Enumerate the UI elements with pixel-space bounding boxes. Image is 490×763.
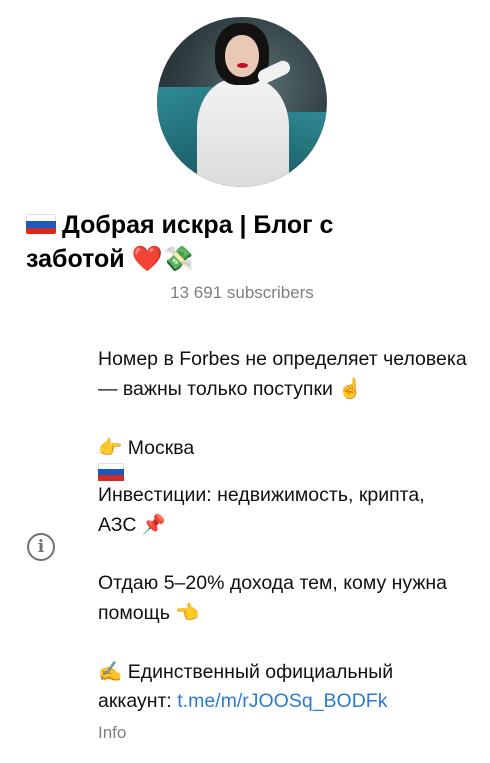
avatar-figure xyxy=(197,79,289,187)
description-line: 👉 Москва xyxy=(98,433,468,463)
russia-flag-icon xyxy=(26,214,56,235)
russia-flag-icon xyxy=(200,438,226,456)
pointing-up-emoji: ☝️ xyxy=(338,377,363,400)
channel-link[interactable]: t.me/m/rJOOSq_BODFk xyxy=(177,690,387,712)
avatar-lips xyxy=(237,63,248,68)
heart-money-emoji: ❤️💸 xyxy=(131,244,194,273)
info-icon: i xyxy=(27,533,55,561)
info-label: Info xyxy=(98,723,127,742)
description-line: Отдаю 5–20% дохода тем, кому нужна помощ… xyxy=(98,572,448,624)
writing-hand-emoji: ✍️ xyxy=(98,660,123,683)
channel-description: Номер в Forbes не определяет человека — … xyxy=(98,345,468,716)
pointing-right-emoji: 👉 xyxy=(98,436,123,459)
subscriber-count: 13 691 subscribers xyxy=(170,283,314,302)
description-line: Номер в Forbes не определяет человека — … xyxy=(98,348,467,400)
pointing-left-emoji: 👈 xyxy=(175,601,200,624)
description-line: ✍️ Единственный официальный аккаунт: t.m… xyxy=(98,660,394,712)
pushpin-emoji: 📌 xyxy=(141,513,167,536)
description-line: Инвестиции: недвижимость, крипта, АЗС 📌 xyxy=(98,484,425,536)
channel-title: Добрая искра | Блог с заботой ❤️💸 xyxy=(26,208,406,276)
avatar-face xyxy=(225,35,259,77)
channel-avatar[interactable] xyxy=(157,17,327,187)
